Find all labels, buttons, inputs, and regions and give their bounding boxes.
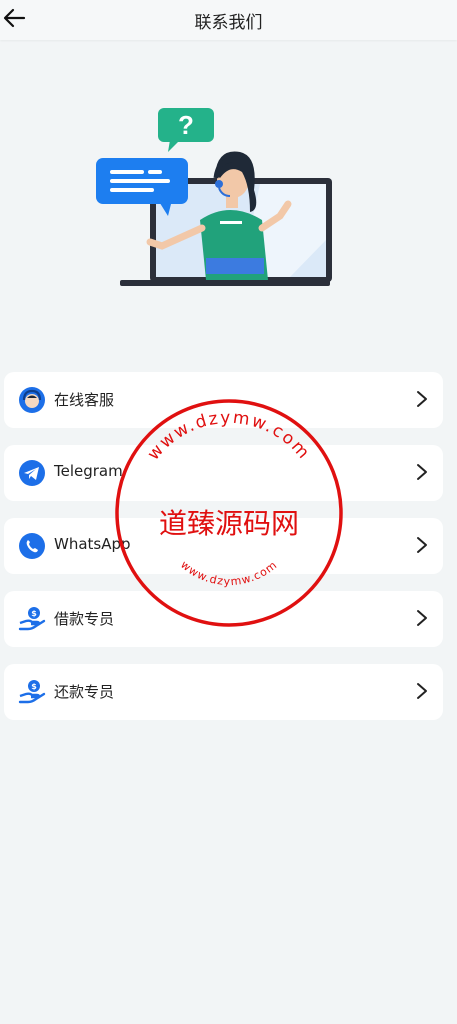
chevron-right-icon	[417, 391, 427, 407]
menu-item-label: Telegram	[54, 462, 123, 480]
customer-service-icon	[19, 387, 45, 413]
menu-item-label: 还款专员	[54, 683, 115, 701]
svg-text:$: $	[31, 682, 37, 691]
app-header: 联系我们	[0, 0, 457, 40]
page-title: 联系我们	[194, 13, 263, 33]
chevron-right-icon	[417, 537, 427, 553]
svg-text:$: $	[31, 609, 37, 618]
menu-item-telegram[interactable]: Telegram	[4, 445, 443, 501]
repay-hand-icon: $	[18, 680, 46, 704]
menu-item-whatsapp[interactable]: WhatsApp	[4, 518, 443, 574]
loan-hand-icon: $	[18, 607, 46, 631]
chevron-right-icon	[417, 464, 427, 480]
svg-text:?: ?	[178, 110, 194, 140]
menu-item-loan-officer[interactable]: $ 借款专员	[4, 591, 443, 647]
whatsapp-icon	[19, 533, 45, 559]
menu-item-repay-officer[interactable]: $ 还款专员	[4, 664, 443, 720]
chevron-right-icon	[417, 683, 427, 699]
menu-item-label: 借款专员	[54, 610, 115, 628]
telegram-icon	[19, 460, 45, 486]
support-illustration: ?	[96, 108, 332, 286]
menu-item-label: WhatsApp	[54, 535, 131, 553]
chevron-right-icon	[417, 610, 427, 626]
menu-item-label: 在线客服	[54, 391, 115, 409]
menu-item-online-service[interactable]: 在线客服	[4, 372, 443, 428]
